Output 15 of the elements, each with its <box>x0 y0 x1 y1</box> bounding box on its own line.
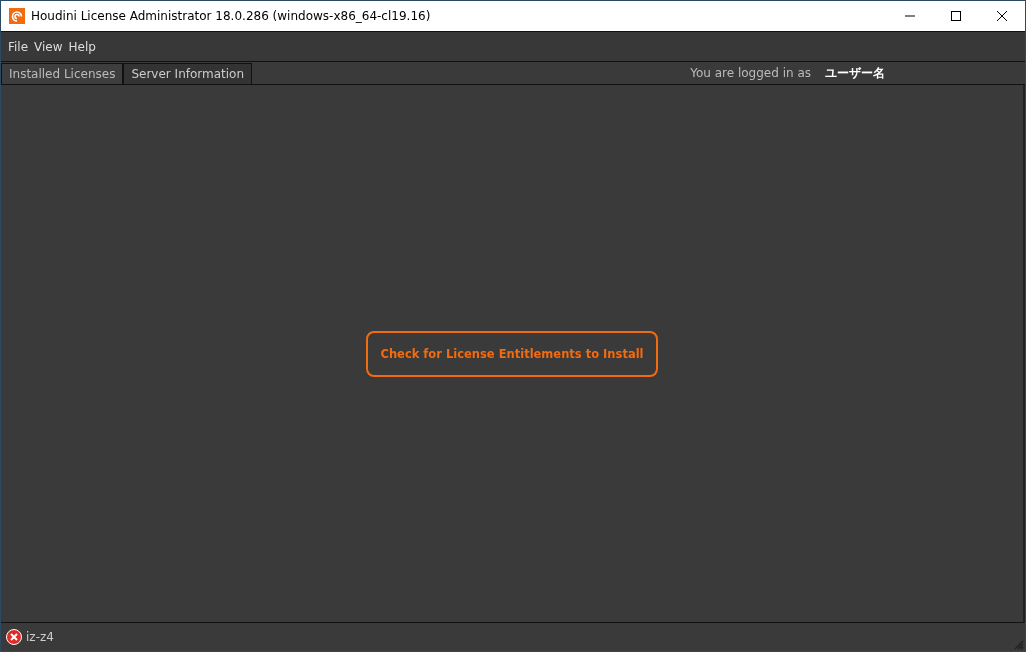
resize-grip-icon[interactable] <box>1012 638 1024 650</box>
maximize-icon <box>950 10 962 22</box>
check-entitlements-button[interactable]: Check for License Entitlements to Install <box>366 330 658 377</box>
app-logo-icon <box>9 8 25 24</box>
login-label: You are logged in as <box>690 66 811 80</box>
close-icon <box>996 10 1008 22</box>
tab[interactable]: Installed Licenses <box>1 63 124 84</box>
error-icon <box>6 629 22 645</box>
menu-item[interactable]: View <box>31 39 66 54</box>
user-name: ユーザー名 <box>825 64 885 82</box>
tab[interactable]: Server Information <box>123 63 253 84</box>
window-title: Houdini License Administrator 18.0.286 (windows-x86_64-cl19.16) <box>31 9 432 23</box>
status-text: iz-z4 <box>26 630 54 644</box>
menu-item[interactable]: Help <box>65 39 99 54</box>
menu-item[interactable]: File <box>5 39 32 54</box>
